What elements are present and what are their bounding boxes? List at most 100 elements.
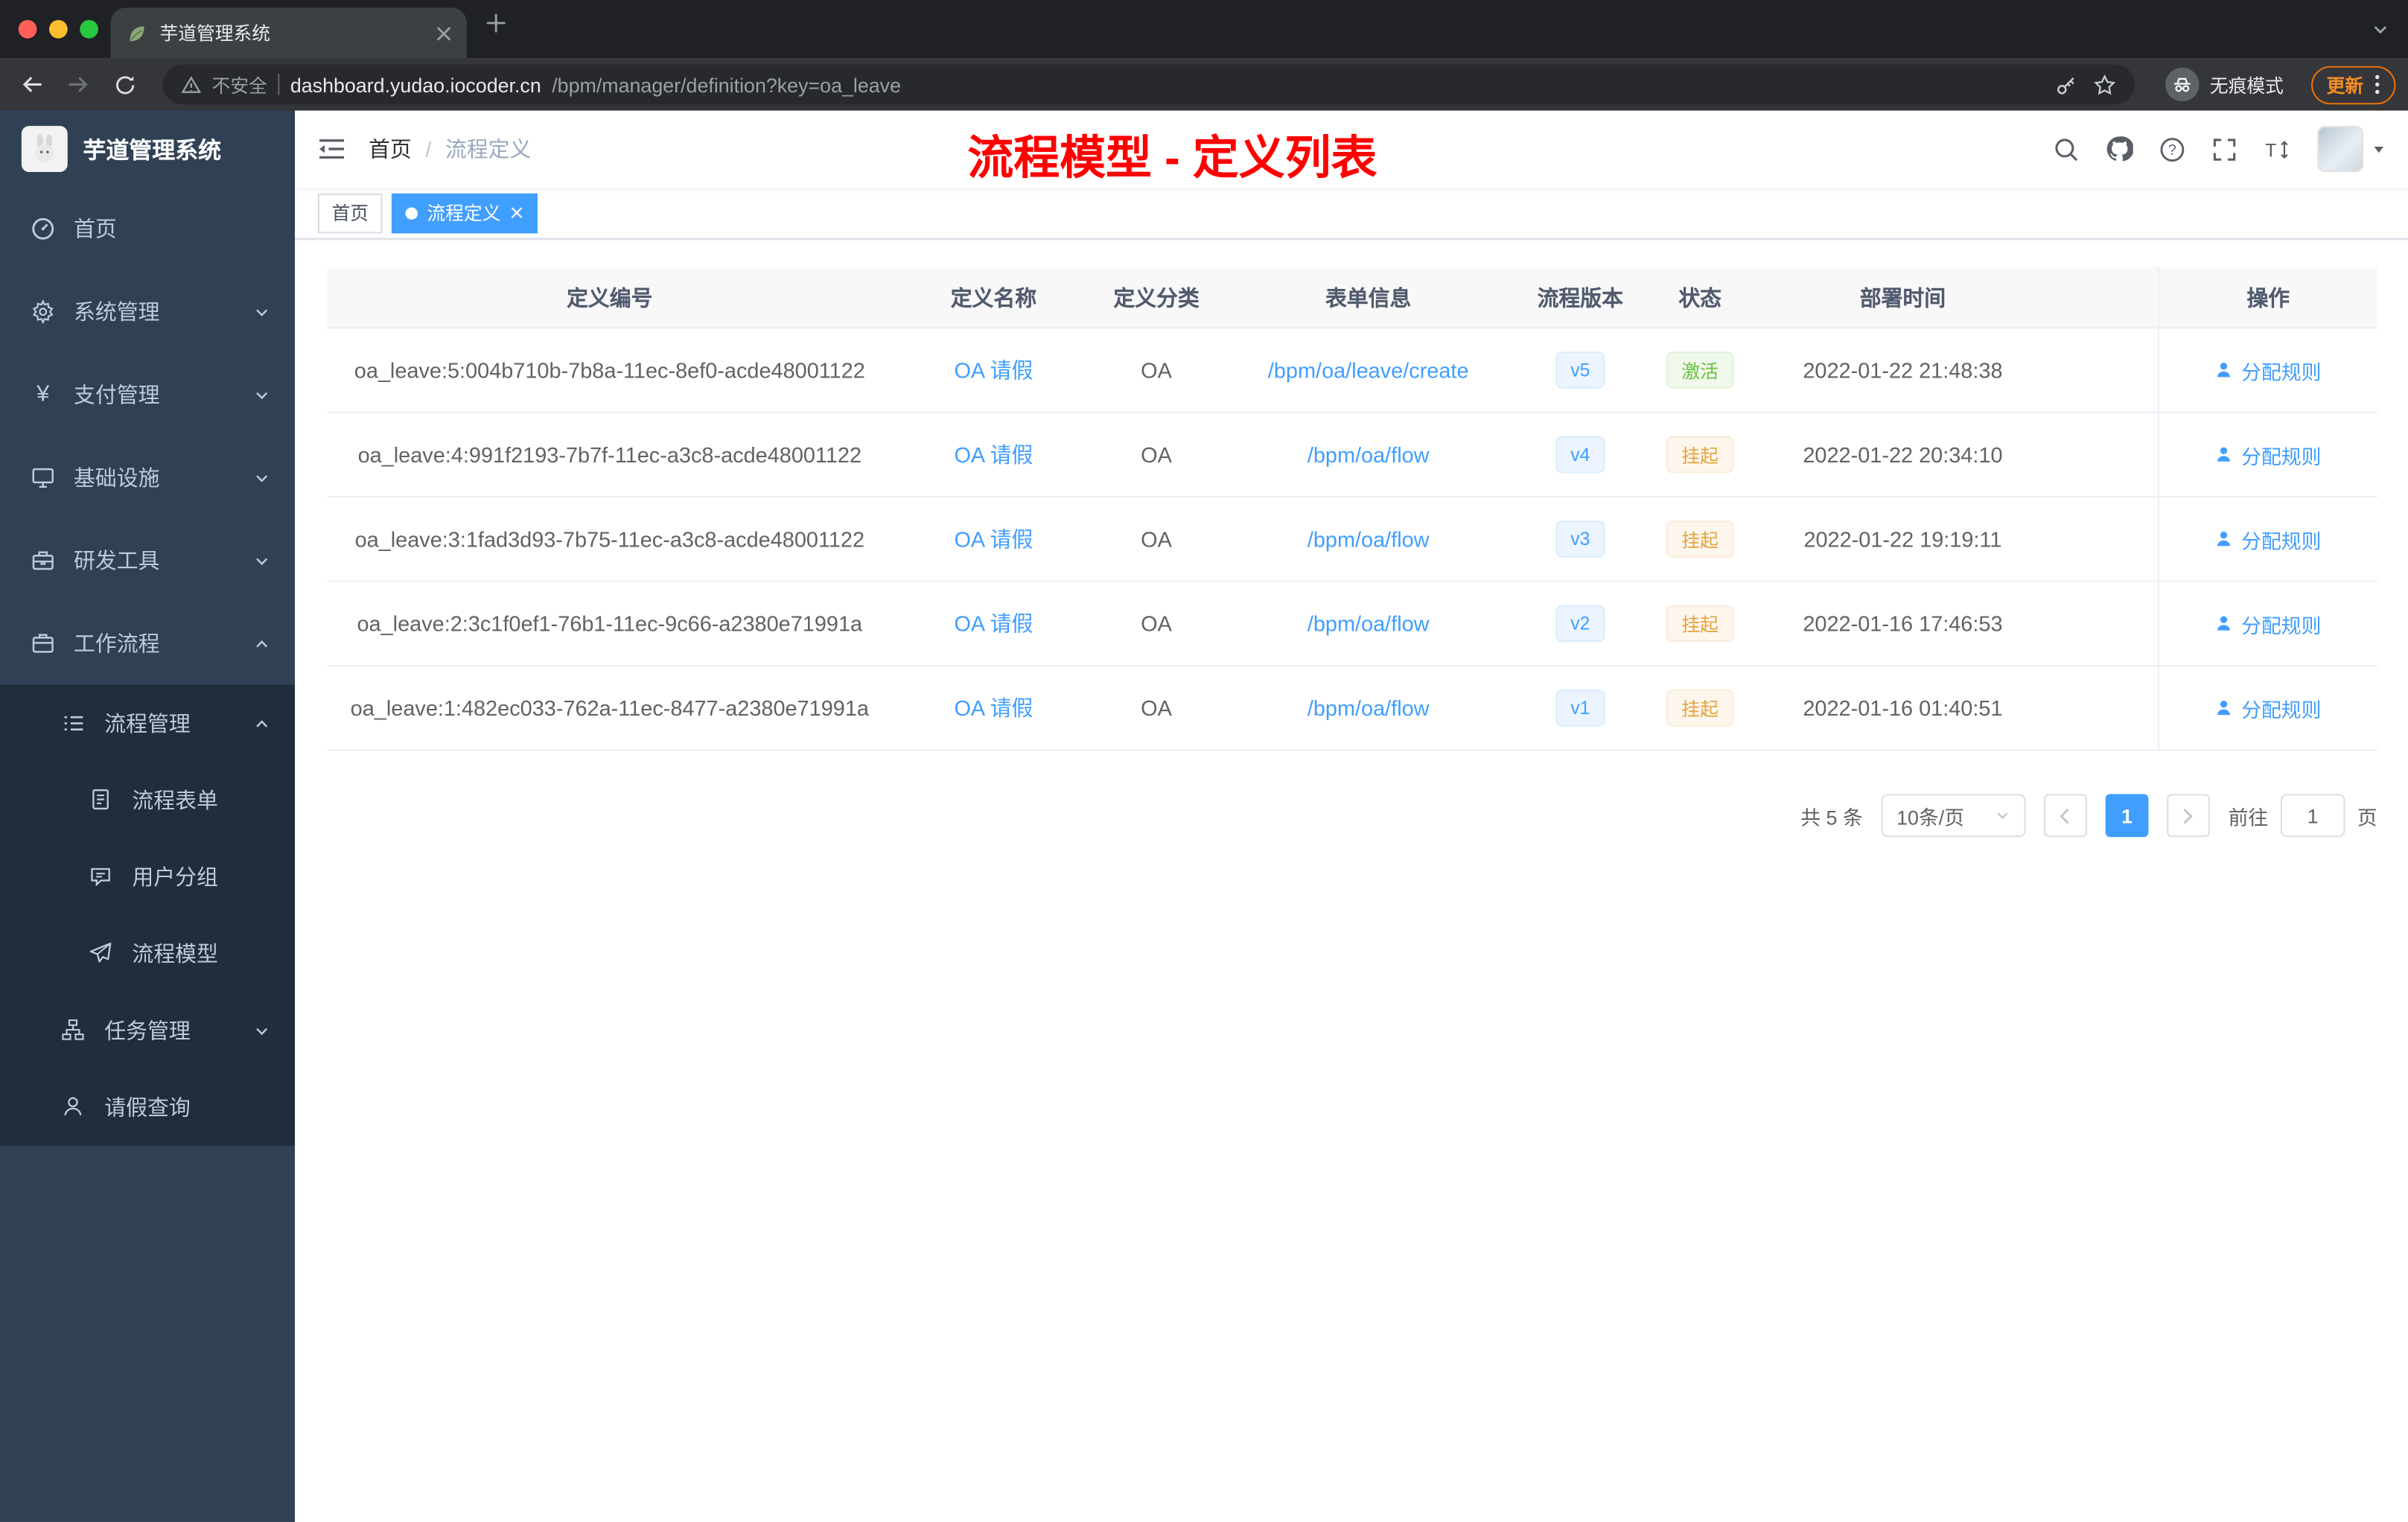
tab-close-icon[interactable] — [436, 25, 452, 41]
table-row: oa_leave:3:1fad3d93-7b75-11ec-a3c8-acde4… — [327, 497, 2377, 582]
close-window-button[interactable] — [18, 19, 37, 39]
cell-spacer — [2047, 497, 2158, 580]
assign-rule-button[interactable]: 分配规则 — [2215, 355, 2321, 384]
next-page-button[interactable] — [2167, 794, 2210, 838]
goto-label: 前往 — [2228, 805, 2269, 829]
form-info-link[interactable]: /bpm/oa/flow — [1307, 442, 1430, 467]
tag-close-icon[interactable] — [510, 206, 524, 220]
update-label: 更新 — [2326, 74, 2364, 96]
fullscreen-icon[interactable] — [2211, 136, 2237, 162]
sidebar-item-label: 系统管理 — [74, 299, 160, 325]
breadcrumb-home[interactable]: 首页 — [369, 133, 412, 164]
breadcrumb-current: 流程定义 — [445, 136, 532, 162]
definition-name-link[interactable]: OA 请假 — [954, 354, 1033, 385]
status-badge: 激活 — [1666, 351, 1734, 389]
sidebar-item-label: 流程表单 — [132, 788, 218, 813]
sidebar-item-dev-tools[interactable]: 研发工具 — [0, 519, 295, 602]
minimize-window-button[interactable] — [49, 19, 68, 39]
zoom-window-button[interactable] — [80, 19, 98, 39]
page-number-button[interactable]: 1 — [2105, 794, 2149, 838]
page-size-value: 10条/页 — [1896, 805, 1965, 829]
chrome-update-button[interactable]: 更新 — [2311, 65, 2396, 104]
page-size-select[interactable]: 10条/页 — [1881, 794, 2026, 838]
assign-rule-button[interactable]: 分配规则 — [2215, 524, 2321, 553]
font-size-icon[interactable]: T — [2264, 136, 2291, 162]
sidebar-item-leave-query[interactable]: 请假查询 — [0, 1069, 295, 1146]
url-host: dashboard.yudao.iocoder.cn — [290, 72, 541, 96]
table-header-row: 定义编号 定义名称 定义分类 表单信息 流程版本 状态 部署时间 操作 — [327, 267, 2377, 329]
cell-spacer — [2047, 666, 2158, 749]
sidebar-item-label: 流程管理 — [104, 710, 191, 736]
status-badge: 挂起 — [1666, 436, 1734, 474]
definition-name-link[interactable]: OA 请假 — [954, 523, 1033, 554]
bookmark-star-icon[interactable] — [2093, 73, 2116, 96]
search-icon[interactable] — [2054, 136, 2080, 162]
assign-rule-button[interactable]: 分配规则 — [2215, 440, 2321, 469]
forward-icon[interactable] — [58, 65, 98, 105]
password-key-icon[interactable] — [2055, 73, 2078, 96]
definition-name-link[interactable]: OA 请假 — [954, 692, 1033, 723]
reload-icon[interactable] — [104, 65, 144, 105]
user-menu[interactable] — [2317, 126, 2386, 172]
form-info-link[interactable]: /bpm/oa/flow — [1307, 611, 1430, 636]
incognito-icon — [2165, 67, 2200, 102]
browser-tab[interactable]: 芋道管理系统 — [110, 7, 467, 59]
cell-category: OA — [1141, 695, 1172, 721]
goto-page-input[interactable] — [2280, 794, 2345, 838]
chevron-down-icon — [253, 469, 270, 486]
breadcrumb: 首页 / 流程定义 — [369, 133, 531, 164]
definition-table: 定义编号 定义名称 定义分类 表单信息 流程版本 状态 部署时间 操作 oa_l… — [327, 267, 2377, 751]
navbar-actions: ? T — [2054, 126, 2408, 172]
sidebar-item-home[interactable]: 首页 — [0, 188, 295, 270]
browser-menu-icon[interactable] — [2374, 74, 2380, 95]
cell-deploy-time: 2022-01-22 20:34:10 — [1803, 442, 2003, 467]
help-icon[interactable]: ? — [2159, 136, 2185, 162]
tab-search-chevron-icon[interactable] — [2372, 20, 2390, 39]
sidebar-item-process-model[interactable]: 流程模型 — [0, 915, 295, 992]
form-info-link[interactable]: /bpm/oa/flow — [1307, 695, 1430, 720]
tag-process-definition[interactable]: 流程定义 — [391, 192, 538, 233]
sidebar-item-workflow[interactable]: 工作流程 — [0, 602, 295, 685]
table-row: oa_leave:2:3c1f0ef1-76b1-11ec-9c66-a2380… — [327, 582, 2377, 667]
address-bar[interactable]: 不安全 dashboard.yudao.iocoder.cn /bpm/mana… — [162, 64, 2135, 105]
sidebar: 芋道管理系统 首页 系统管理 ¥ 支付管理 基础设施 研发工具 工作流程 流程管… — [0, 110, 295, 1522]
assign-rule-button[interactable]: 分配规则 — [2215, 693, 2321, 722]
sidebar-item-process-form[interactable]: 流程表单 — [0, 762, 295, 838]
col-header-version: 流程版本 — [1537, 284, 1624, 310]
table-row: oa_leave:4:991f2193-7b7f-11ec-a3c8-acde4… — [327, 413, 2377, 498]
cell-deploy-time: 2022-01-22 19:19:11 — [1803, 526, 2002, 552]
sidebar-item-system-management[interactable]: 系统管理 — [0, 270, 295, 353]
sidebar-item-user-group[interactable]: 用户分组 — [0, 838, 295, 915]
prev-page-button[interactable] — [2044, 794, 2087, 838]
avatar[interactable] — [2317, 126, 2364, 172]
col-header-spacer — [2047, 267, 2158, 327]
form-info-link[interactable]: /bpm/oa/leave/create — [1268, 358, 1469, 383]
new-tab-button[interactable] — [485, 13, 507, 34]
security-label[interactable]: 不安全 — [212, 71, 267, 98]
dashboard-icon — [31, 217, 55, 241]
definition-name-link[interactable]: OA 请假 — [954, 608, 1033, 639]
definition-name-link[interactable]: OA 请假 — [954, 439, 1033, 470]
github-icon[interactable] — [2106, 136, 2133, 163]
col-header-definition-name: 定义名称 — [950, 284, 1037, 310]
svg-text:?: ? — [2168, 141, 2176, 158]
col-header-form-info: 表单信息 — [1325, 284, 1412, 310]
sidebar-item-payment-management[interactable]: ¥ 支付管理 — [0, 353, 295, 436]
sidebar-item-infrastructure[interactable]: 基础设施 — [0, 436, 295, 519]
back-icon[interactable] — [13, 65, 53, 105]
app-title: 芋道管理系统 — [83, 137, 222, 164]
caret-down-icon — [2372, 141, 2387, 157]
macos-window-controls — [18, 19, 98, 39]
sidebar-item-task-management[interactable]: 任务管理 — [0, 992, 295, 1069]
sidebar-item-label: 首页 — [74, 216, 117, 241]
sidebar-item-process-management[interactable]: 流程管理 — [0, 685, 295, 762]
status-badge: 挂起 — [1666, 605, 1734, 643]
form-info-link[interactable]: /bpm/oa/flow — [1307, 526, 1430, 551]
tag-home[interactable]: 首页 — [317, 192, 383, 233]
sidebar-collapse-icon[interactable] — [295, 137, 369, 162]
incognito-label: 无痕模式 — [2209, 74, 2284, 96]
assign-rule-button[interactable]: 分配规则 — [2215, 609, 2321, 638]
col-header-status: 状态 — [1678, 284, 1722, 310]
cell-definition-id: oa_leave:2:3c1f0ef1-76b1-11ec-9c66-a2380… — [357, 611, 863, 636]
sidebar-item-label: 请假查询 — [104, 1095, 191, 1120]
